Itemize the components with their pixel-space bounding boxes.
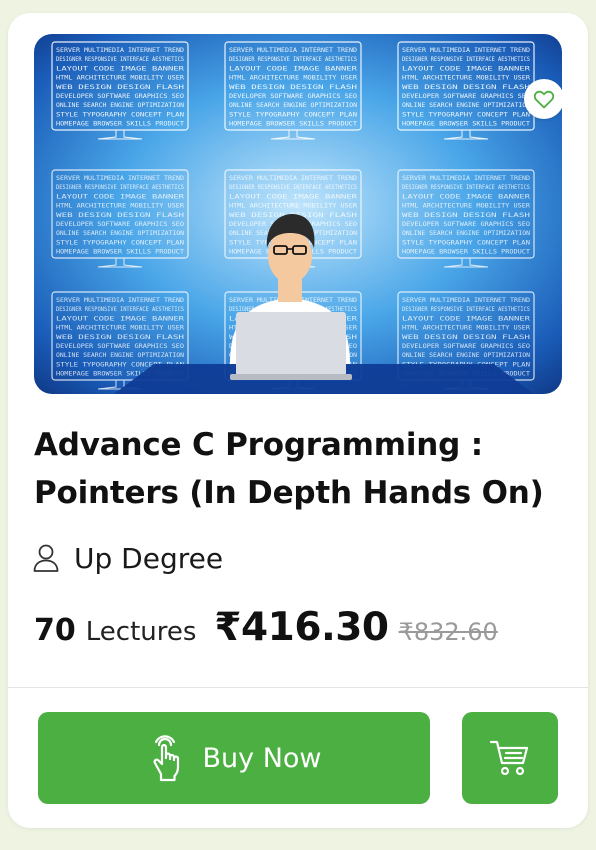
svg-text:STYLE TYPOGRAPHY CONCEPT PL: STYLE TYPOGRAPHY CONCEPT PLAN bbox=[229, 111, 357, 118]
svg-text:SERVER MULTIMEDIA INTERNET: SERVER MULTIMEDIA INTERNET TREND bbox=[56, 47, 184, 54]
svg-text:LAYOUT CODE IMAGE BANNER: LAYOUT CODE IMAGE BANNER bbox=[402, 315, 531, 322]
thumbnail-monitor: SERVER MULTIMEDIA INTERNET TREND DESIGNER… bbox=[397, 41, 535, 140]
author-name[interactable]: Up Degree bbox=[74, 542, 223, 575]
svg-text:SERVER MULTIMEDIA INTERNET: SERVER MULTIMEDIA INTERNET TREND bbox=[56, 175, 184, 182]
svg-text:HTML ARCHITECTURE MOBILITY: HTML ARCHITECTURE MOBILITY USER bbox=[402, 325, 530, 332]
svg-text:WEB DESIGN DESIGN FLASH: WEB DESIGN DESIGN FLASH bbox=[56, 84, 185, 91]
thumbnail-monitor: SERVER MULTIMEDIA INTERNET TREND DESIGNER… bbox=[51, 41, 189, 140]
svg-text:HTML ARCHITECTURE MOBILITY: HTML ARCHITECTURE MOBILITY USER bbox=[229, 203, 357, 210]
hand-pointer-icon bbox=[153, 735, 179, 782]
svg-text:SERVER MULTIMEDIA INTERNET: SERVER MULTIMEDIA INTERNET TREND bbox=[229, 175, 357, 182]
course-title-line1: Advance C Programming : bbox=[34, 427, 483, 463]
svg-text:HOMEPAGE BROWSER SKILLS PRO: HOMEPAGE BROWSER SKILLS PRODUCT bbox=[56, 121, 184, 128]
svg-text:WEB DESIGN DESIGN FLASH: WEB DESIGN DESIGN FLASH bbox=[229, 84, 358, 91]
svg-text:LAYOUT CODE IMAGE BANNER: LAYOUT CODE IMAGE BANNER bbox=[229, 65, 358, 72]
svg-text:HTML ARCHITECTURE MOBILITY: HTML ARCHITECTURE MOBILITY USER bbox=[56, 325, 184, 332]
svg-text:ONLINE SEARCH ENGINE OPTIMI: ONLINE SEARCH ENGINE OPTIMIZATION bbox=[402, 352, 530, 359]
svg-text:HOMEPAGE BROWSER SKILLS PRO: HOMEPAGE BROWSER SKILLS PRODUCT bbox=[402, 121, 530, 128]
course-card[interactable]: SERVER MULTIMEDIA INTERNET TREND DESIGNER… bbox=[8, 13, 588, 828]
svg-text:ONLINE SEARCH ENGINE OPTIMI: ONLINE SEARCH ENGINE OPTIMIZATION bbox=[56, 102, 184, 109]
svg-text:HTML ARCHITECTURE MOBILITY: HTML ARCHITECTURE MOBILITY USER bbox=[56, 75, 184, 82]
svg-text:WEB DESIGN DESIGN FLASH: WEB DESIGN DESIGN FLASH bbox=[56, 212, 185, 219]
svg-text:SERVER MULTIMEDIA INTERNET: SERVER MULTIMEDIA INTERNET TREND bbox=[402, 47, 530, 54]
svg-text:SERVER MULTIMEDIA INTERNET: SERVER MULTIMEDIA INTERNET TREND bbox=[56, 297, 184, 304]
svg-text:LAYOUT CODE IMAGE BANNER: LAYOUT CODE IMAGE BANNER bbox=[402, 193, 531, 200]
svg-text:LAYOUT CODE IMAGE BANNER: LAYOUT CODE IMAGE BANNER bbox=[56, 193, 185, 200]
svg-text:DEVELOPER SOFTWARE GRAPHICS: DEVELOPER SOFTWARE GRAPHICS SEO bbox=[56, 221, 184, 228]
svg-text:LAYOUT CODE IMAGE BANNER: LAYOUT CODE IMAGE BANNER bbox=[56, 65, 185, 72]
cart-icon bbox=[489, 740, 529, 776]
svg-text:HOMEPAGE BROWSER SKILLS PRO: HOMEPAGE BROWSER SKILLS PRODUCT bbox=[56, 249, 184, 256]
svg-text:DEVELOPER SOFTWARE GRAPHICS: DEVELOPER SOFTWARE GRAPHICS SEO bbox=[402, 343, 530, 350]
svg-text:SERVER MULTIMEDIA INTERNET: SERVER MULTIMEDIA INTERNET TREND bbox=[229, 47, 357, 54]
svg-text:HTML ARCHITECTURE MOBILITY: HTML ARCHITECTURE MOBILITY USER bbox=[402, 203, 530, 210]
course-title[interactable]: Advance C Programming : Pointers (In Dep… bbox=[34, 421, 574, 517]
svg-text:WEB DESIGN DESIGN FLASH: WEB DESIGN DESIGN FLASH bbox=[402, 334, 531, 341]
svg-text:LAYOUT CODE IMAGE BANNER: LAYOUT CODE IMAGE BANNER bbox=[402, 65, 531, 72]
svg-text:DESIGNER RESPONSIVE INTERFAC: DESIGNER RESPONSIVE INTERFACE AESTHETICS bbox=[229, 56, 357, 63]
svg-text:ONLINE SEARCH ENGINE OPTIMI: ONLINE SEARCH ENGINE OPTIMIZATION bbox=[229, 102, 357, 109]
svg-text:ONLINE SEARCH ENGINE OPTIMI: ONLINE SEARCH ENGINE OPTIMIZATION bbox=[402, 230, 530, 237]
add-to-cart-button[interactable] bbox=[462, 712, 558, 804]
user-icon bbox=[33, 544, 59, 572]
svg-text:LAYOUT CODE IMAGE BANNER: LAYOUT CODE IMAGE BANNER bbox=[229, 193, 358, 200]
svg-text:STYLE TYPOGRAPHY CONCEPT PL: STYLE TYPOGRAPHY CONCEPT PLAN bbox=[402, 239, 530, 246]
svg-text:WEB DESIGN DESIGN FLASH: WEB DESIGN DESIGN FLASH bbox=[402, 212, 531, 219]
svg-text:HTML ARCHITECTURE MOBILITY: HTML ARCHITECTURE MOBILITY USER bbox=[229, 75, 357, 82]
svg-text:DESIGNER RESPONSIVE INTERFAC: DESIGNER RESPONSIVE INTERFACE AESTHETICS bbox=[402, 306, 530, 313]
divider bbox=[8, 687, 588, 688]
svg-text:DEVELOPER SOFTWARE GRAPHICS: DEVELOPER SOFTWARE GRAPHICS SEO bbox=[56, 343, 184, 350]
svg-text:DESIGNER RESPONSIVE INTERFAC: DESIGNER RESPONSIVE INTERFACE AESTHETICS bbox=[229, 184, 357, 191]
svg-text:LAYOUT CODE IMAGE BANNER: LAYOUT CODE IMAGE BANNER bbox=[56, 315, 185, 322]
svg-text:DESIGNER RESPONSIVE INTERFAC: DESIGNER RESPONSIVE INTERFACE AESTHETICS bbox=[56, 306, 184, 313]
thumbnail-monitor: SERVER MULTIMEDIA INTERNET TREND DESIGNER… bbox=[397, 169, 535, 268]
thumbnail-illustration: SERVER MULTIMEDIA INTERNET TREND DESIGNER… bbox=[34, 34, 562, 394]
thumbnail-monitor: SERVER MULTIMEDIA INTERNET TREND DESIGNER… bbox=[51, 169, 189, 268]
svg-text:STYLE TYPOGRAPHY CONCEPT PL: STYLE TYPOGRAPHY CONCEPT PLAN bbox=[402, 111, 530, 118]
sale-price: ₹416.30 bbox=[214, 605, 389, 650]
svg-text:HTML ARCHITECTURE MOBILITY: HTML ARCHITECTURE MOBILITY USER bbox=[56, 203, 184, 210]
original-price: ₹832.60 bbox=[398, 618, 498, 646]
svg-text:STYLE TYPOGRAPHY CONCEPT PL: STYLE TYPOGRAPHY CONCEPT PLAN bbox=[56, 111, 184, 118]
course-meta: 70 Lectures ₹416.30 ₹832.60 bbox=[34, 605, 498, 655]
svg-text:STYLE TYPOGRAPHY CONCEPT PL: STYLE TYPOGRAPHY CONCEPT PLAN bbox=[56, 239, 184, 246]
lectures-count: 70 bbox=[34, 613, 76, 648]
svg-text:HOMEPAGE BROWSER SKILLS PRO: HOMEPAGE BROWSER SKILLS PRODUCT bbox=[229, 121, 357, 128]
buy-now-button[interactable]: Buy Now bbox=[38, 712, 430, 804]
buy-now-label: Buy Now bbox=[202, 742, 322, 774]
svg-text:SERVER MULTIMEDIA INTERNET: SERVER MULTIMEDIA INTERNET TREND bbox=[402, 175, 530, 182]
lectures-label: Lectures bbox=[85, 617, 197, 647]
svg-text:DEVELOPER SOFTWARE GRAPHICS: DEVELOPER SOFTWARE GRAPHICS SEO bbox=[229, 93, 357, 100]
svg-text:DEVELOPER SOFTWARE GRAPHICS: DEVELOPER SOFTWARE GRAPHICS SEO bbox=[402, 221, 530, 228]
heart-icon bbox=[533, 90, 555, 109]
svg-text:HTML ARCHITECTURE MOBILITY: HTML ARCHITECTURE MOBILITY USER bbox=[402, 75, 530, 82]
svg-text:DEVELOPER SOFTWARE GRAPHICS: DEVELOPER SOFTWARE GRAPHICS SEO bbox=[56, 93, 184, 100]
svg-text:DESIGNER RESPONSIVE INTERFAC: DESIGNER RESPONSIVE INTERFACE AESTHETICS bbox=[402, 184, 530, 191]
svg-text:WEB DESIGN DESIGN FLASH: WEB DESIGN DESIGN FLASH bbox=[56, 334, 185, 341]
course-thumbnail[interactable]: SERVER MULTIMEDIA INTERNET TREND DESIGNER… bbox=[34, 34, 562, 394]
favorite-button[interactable] bbox=[524, 79, 562, 119]
svg-text:DESIGNER RESPONSIVE INTERFAC: DESIGNER RESPONSIVE INTERFACE AESTHETICS bbox=[402, 56, 530, 63]
svg-text:DEVELOPER SOFTWARE GRAPHICS: DEVELOPER SOFTWARE GRAPHICS SEO bbox=[402, 93, 530, 100]
svg-text:ONLINE SEARCH ENGINE OPTIMI: ONLINE SEARCH ENGINE OPTIMIZATION bbox=[56, 230, 184, 237]
svg-text:HOMEPAGE BROWSER SKILLS PRO: HOMEPAGE BROWSER SKILLS PRODUCT bbox=[402, 249, 530, 256]
svg-text:ONLINE SEARCH ENGINE OPTIMI: ONLINE SEARCH ENGINE OPTIMIZATION bbox=[402, 102, 530, 109]
thumbnail-monitor: SERVER MULTIMEDIA INTERNET TREND DESIGNER… bbox=[224, 41, 362, 140]
course-title-line2: Pointers (In Depth Hands On) bbox=[34, 475, 544, 511]
svg-text:WEB DESIGN DESIGN FLASH: WEB DESIGN DESIGN FLASH bbox=[402, 84, 531, 91]
svg-text:SERVER MULTIMEDIA INTERNET: SERVER MULTIMEDIA INTERNET TREND bbox=[402, 297, 530, 304]
svg-text:ONLINE SEARCH ENGINE OPTIMI: ONLINE SEARCH ENGINE OPTIMIZATION bbox=[56, 352, 184, 359]
svg-text:DESIGNER RESPONSIVE INTERFAC: DESIGNER RESPONSIVE INTERFACE AESTHETICS bbox=[56, 56, 184, 63]
svg-text:DESIGNER RESPONSIVE INTERFAC: DESIGNER RESPONSIVE INTERFACE AESTHETICS bbox=[56, 184, 184, 191]
author-row: Up Degree bbox=[32, 538, 223, 578]
